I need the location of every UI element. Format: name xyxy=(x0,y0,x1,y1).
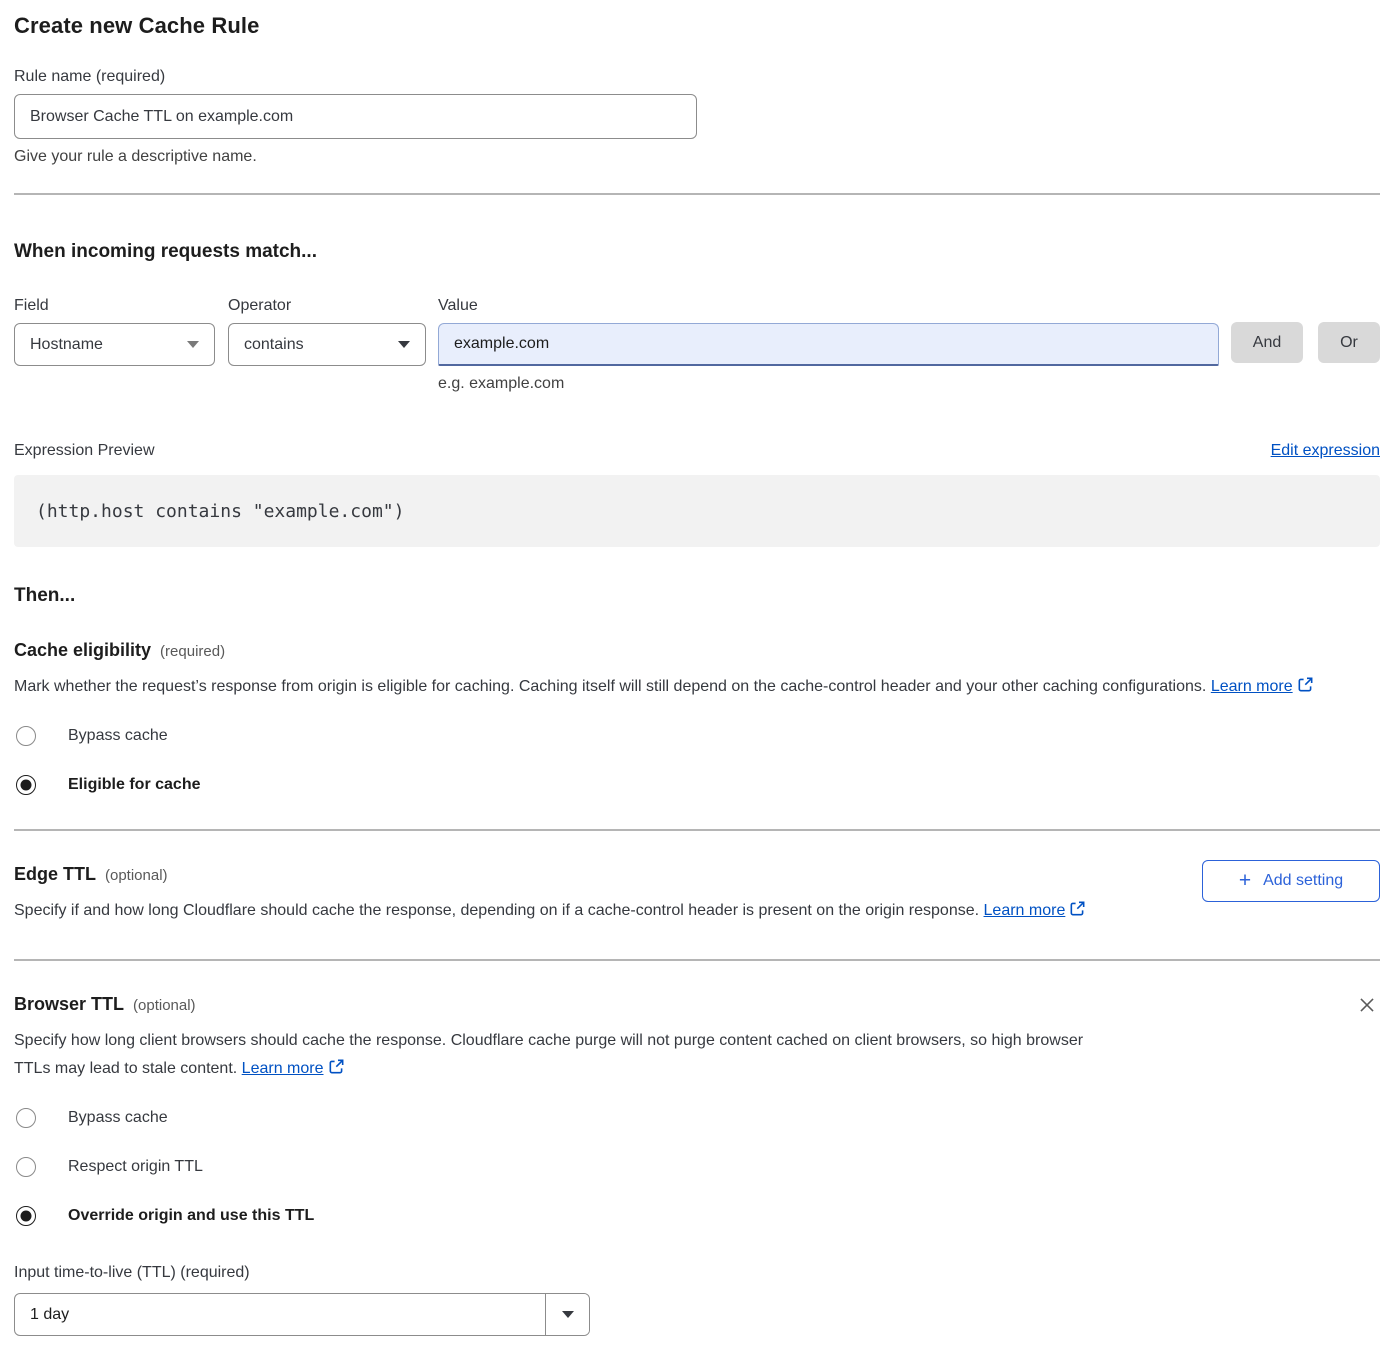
expression-preview-label: Expression Preview xyxy=(14,442,155,460)
radio-bypass-cache[interactable]: Bypass cache xyxy=(14,726,1380,746)
section-divider xyxy=(14,959,1380,961)
section-divider xyxy=(14,829,1380,831)
plus-icon: + xyxy=(1239,870,1251,891)
rule-name-label: Rule name (required) xyxy=(14,68,1380,86)
chevron-down-icon xyxy=(187,341,199,348)
radio-override-origin-ttl[interactable]: Override origin and use this TTL xyxy=(14,1206,1380,1226)
value-column: Value e.g. example.com xyxy=(438,297,1219,393)
value-input[interactable] xyxy=(438,323,1219,366)
remove-setting-button[interactable] xyxy=(1354,992,1380,1021)
edit-expression-link[interactable]: Edit expression xyxy=(1271,442,1380,460)
and-button[interactable]: And xyxy=(1231,322,1303,363)
browser-ttl-optional-label: (optional) xyxy=(133,997,196,1014)
match-heading: When incoming requests match... xyxy=(14,241,1380,263)
chevron-down-icon xyxy=(545,1294,589,1335)
value-help: e.g. example.com xyxy=(438,375,1219,393)
field-select-value: Hostname xyxy=(30,336,103,354)
browser-ttl-options: Bypass cache Respect origin TTL Override… xyxy=(14,1108,1380,1226)
operator-column: Operator contains xyxy=(228,297,426,366)
learn-more-link[interactable]: Learn more xyxy=(1211,678,1293,695)
field-select[interactable]: Hostname xyxy=(14,323,215,366)
or-button[interactable]: Or xyxy=(1318,322,1380,363)
radio-respect-origin-ttl[interactable]: Respect origin TTL xyxy=(14,1157,1380,1177)
section-divider xyxy=(14,193,1380,195)
cache-eligibility-title-row: Cache eligibility (required) xyxy=(14,640,1380,661)
rule-name-input[interactable] xyxy=(14,94,697,139)
external-link-icon xyxy=(1297,676,1314,693)
operator-select-value: contains xyxy=(244,336,304,354)
ttl-select[interactable]: 1 day xyxy=(14,1293,590,1336)
cache-eligibility-title: Cache eligibility xyxy=(14,640,151,661)
radio-icon xyxy=(16,1206,36,1226)
create-cache-rule-form: Create new Cache Rule Rule name (require… xyxy=(0,0,1400,1366)
browser-ttl-header: Browser TTL (optional) Specify how long … xyxy=(14,994,1380,1083)
close-icon xyxy=(1356,994,1378,1016)
expression-code: (http.host contains "example.com") xyxy=(36,501,404,522)
operator-select[interactable]: contains xyxy=(228,323,426,366)
edge-ttl-section: Edge TTL (optional) Specify if and how l… xyxy=(14,864,1380,925)
cache-eligibility-description: Mark whether the request’s response from… xyxy=(14,673,1380,701)
radio-eligible-for-cache[interactable]: Eligible for cache xyxy=(14,775,1380,795)
value-label: Value xyxy=(438,297,1219,315)
edge-ttl-optional-label: (optional) xyxy=(105,867,168,884)
browser-ttl-description: Specify how long client browsers should … xyxy=(14,1027,1109,1083)
expression-code-block: (http.host contains "example.com") xyxy=(14,475,1380,547)
cache-eligibility-options: Bypass cache Eligible for cache xyxy=(14,726,1380,795)
page-title: Create new Cache Rule xyxy=(14,13,1380,39)
field-column: Field Hostname xyxy=(14,297,215,366)
external-link-icon xyxy=(328,1058,345,1075)
chevron-down-icon xyxy=(398,341,410,348)
browser-ttl-section: Browser TTL (optional) Specify how long … xyxy=(14,994,1380,1336)
edge-ttl-description: Specify if and how long Cloudflare shoul… xyxy=(14,897,1086,925)
and-or-buttons: And Or xyxy=(1219,322,1380,363)
rule-name-group: Rule name (required) Give your rule a de… xyxy=(14,68,1380,166)
external-link-icon xyxy=(1069,900,1086,917)
radio-icon xyxy=(16,1157,36,1177)
cache-eligibility-required-label: (required) xyxy=(160,643,225,660)
ttl-select-value: 1 day xyxy=(15,1294,545,1335)
match-condition-row: Field Hostname Operator contains Value e… xyxy=(14,297,1380,393)
edge-ttl-title: Edge TTL xyxy=(14,864,96,885)
operator-label: Operator xyxy=(228,297,426,315)
radio-icon xyxy=(16,1108,36,1128)
radio-bypass-cache[interactable]: Bypass cache xyxy=(14,1108,1380,1128)
radio-icon xyxy=(16,775,36,795)
expression-header: Expression Preview Edit expression xyxy=(14,442,1380,460)
add-setting-button[interactable]: + Add setting xyxy=(1202,860,1380,902)
learn-more-link[interactable]: Learn more xyxy=(984,902,1066,919)
ttl-input-label: Input time-to-live (TTL) (required) xyxy=(14,1264,1380,1282)
field-label: Field xyxy=(14,297,215,315)
browser-ttl-title: Browser TTL xyxy=(14,994,124,1015)
learn-more-link[interactable]: Learn more xyxy=(242,1060,324,1077)
ttl-input-group: Input time-to-live (TTL) (required) 1 da… xyxy=(14,1264,1380,1336)
edge-ttl-header: Edge TTL (optional) Specify if and how l… xyxy=(14,864,1380,925)
then-heading: Then... xyxy=(14,585,1380,607)
rule-name-help: Give your rule a descriptive name. xyxy=(14,148,1380,166)
cache-eligibility-section: Cache eligibility (required) Mark whethe… xyxy=(14,640,1380,795)
radio-icon xyxy=(16,726,36,746)
